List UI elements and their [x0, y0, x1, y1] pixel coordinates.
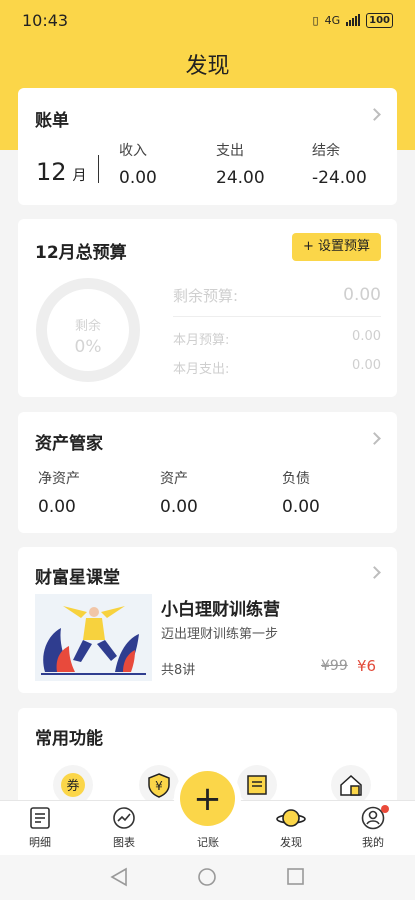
debt-value: 0.00 — [282, 497, 320, 517]
receipt-icon[interactable] — [237, 765, 277, 805]
bill-divider — [98, 155, 99, 183]
tab-charts[interactable]: 图表 — [94, 805, 154, 850]
tab-record-label: 记账 — [197, 836, 219, 849]
course-section-title: 财富星课堂 — [35, 568, 120, 588]
budget-separator — [173, 316, 381, 317]
course-title: 小白理财训练营 — [161, 600, 280, 620]
income-label: 收入 — [119, 143, 147, 159]
nav-back-icon — [110, 867, 127, 887]
signal-icon — [346, 14, 361, 26]
ring-percent: 0% — [74, 337, 102, 357]
plus-icon: + — [193, 778, 222, 819]
system-nav-bar — [0, 855, 415, 900]
month-budget-label: 本月预算: — [173, 333, 230, 348]
income-value: 0.00 — [119, 168, 157, 188]
assets-label: 资产 — [160, 471, 188, 487]
bill-month-unit: 月 — [72, 168, 87, 184]
tab-discover[interactable]: 发现 — [261, 805, 321, 850]
remaining-label: 剩余预算: — [173, 287, 239, 305]
bill-card[interactable]: 账单 12 月 收入 0.00 支出 24.00 结余 -24.00 — [18, 88, 397, 205]
month-budget-row: 本月预算: 0.00 — [173, 329, 381, 348]
nav-recents-icon — [287, 868, 304, 885]
bill-month-number: 12 — [36, 158, 67, 186]
status-bar: 10:43 ▯ 4G 100 — [0, 0, 415, 40]
tab-record[interactable]: 记账 — [178, 834, 238, 850]
debts: 负债 0.00 — [282, 468, 320, 517]
bill-month: 12 月 — [36, 158, 87, 186]
plus-icon: + — [302, 239, 314, 254]
month-expense-value: 0.00 — [352, 358, 381, 373]
network-label: 4G — [324, 13, 341, 27]
month-expense-label: 本月支出: — [173, 362, 230, 377]
assets-value: 0.00 — [160, 497, 198, 517]
bill-expense: 支出 24.00 — [216, 140, 265, 188]
balance-value: -24.00 — [312, 168, 367, 188]
tab-discover-label: 发现 — [280, 836, 302, 849]
debt-label: 负债 — [282, 471, 310, 487]
svg-text:¥: ¥ — [155, 779, 163, 793]
document-list-icon — [10, 805, 70, 831]
page-title: 发现 — [185, 54, 230, 79]
nav-home-icon — [198, 868, 216, 886]
tab-charts-label: 图表 — [113, 836, 135, 849]
remaining-value: 0.00 — [343, 285, 381, 305]
shield-yen-icon[interactable]: ¥ — [139, 765, 179, 805]
course-new-price: ¥6 — [357, 657, 377, 675]
assets-title: 资产管家 — [35, 434, 103, 454]
expense-value: 24.00 — [216, 168, 265, 188]
notification-dot — [381, 805, 389, 813]
course-illustration[interactable] — [35, 594, 152, 681]
course-subtitle: 迈出理财训练第一步 — [161, 627, 279, 642]
chevron-right-icon[interactable] — [368, 566, 381, 579]
common-functions-title: 常用功能 — [35, 729, 103, 749]
set-budget-button[interactable]: + 设置预算 — [291, 233, 381, 261]
total-assets: 资产 0.00 — [160, 468, 198, 517]
coupon-icon[interactable]: 券 — [53, 765, 93, 805]
tab-mine[interactable]: 我的 — [343, 805, 403, 850]
remaining-budget-row: 剩余预算: 0.00 — [173, 285, 381, 306]
status-time: 10:43 — [22, 10, 69, 30]
tab-mine-label: 我的 — [362, 836, 384, 849]
tab-details-label: 明细 — [29, 836, 51, 849]
budget-title: 12月总预算 — [35, 243, 127, 263]
course-illustration-graphic — [41, 606, 146, 675]
house-icon[interactable] — [331, 765, 371, 805]
bill-title: 账单 — [35, 111, 69, 131]
add-record-button[interactable]: + — [180, 771, 235, 826]
bill-income: 收入 0.00 — [119, 140, 157, 188]
svg-text:券: 券 — [66, 778, 79, 794]
set-budget-label: 设置预算 — [317, 239, 370, 254]
assets-card[interactable]: 资产管家 净资产 0.00 资产 0.00 负债 0.00 — [18, 412, 397, 533]
course-card[interactable]: 财富星课堂 小白理财训练营 迈出理财训练第一步 共8讲 ¥99 ¥6 — [18, 547, 397, 693]
tab-details[interactable]: 明细 — [10, 805, 70, 850]
course-old-price: ¥99 — [321, 658, 348, 674]
net-assets: 净资产 0.00 — [38, 468, 80, 517]
bill-balance: 结余 -24.00 — [312, 140, 367, 188]
planet-icon — [261, 805, 321, 831]
trend-chart-icon — [94, 805, 154, 831]
month-expense-row: 本月支出: 0.00 — [173, 358, 381, 377]
chevron-right-icon[interactable] — [368, 108, 381, 121]
course-lesson-count: 共8讲 — [161, 663, 196, 678]
vibrate-icon: ▯ — [312, 13, 319, 27]
chevron-right-icon[interactable] — [368, 432, 381, 445]
expense-label: 支出 — [216, 143, 244, 159]
budget-card[interactable]: 12月总预算 + 设置预算 剩余 0% 剩余预算: 0.00 本月预算: 0.0… — [18, 219, 397, 397]
net-assets-label: 净资产 — [38, 471, 80, 487]
battery-icon: 100 — [366, 12, 393, 28]
budget-ring: 剩余 0% — [36, 278, 140, 382]
net-assets-value: 0.00 — [38, 497, 76, 517]
month-budget-value: 0.00 — [352, 329, 381, 344]
ring-label: 剩余 — [74, 319, 101, 334]
status-icons: ▯ 4G 100 — [312, 12, 393, 28]
user-icon — [343, 805, 403, 831]
balance-label: 结余 — [312, 143, 340, 159]
